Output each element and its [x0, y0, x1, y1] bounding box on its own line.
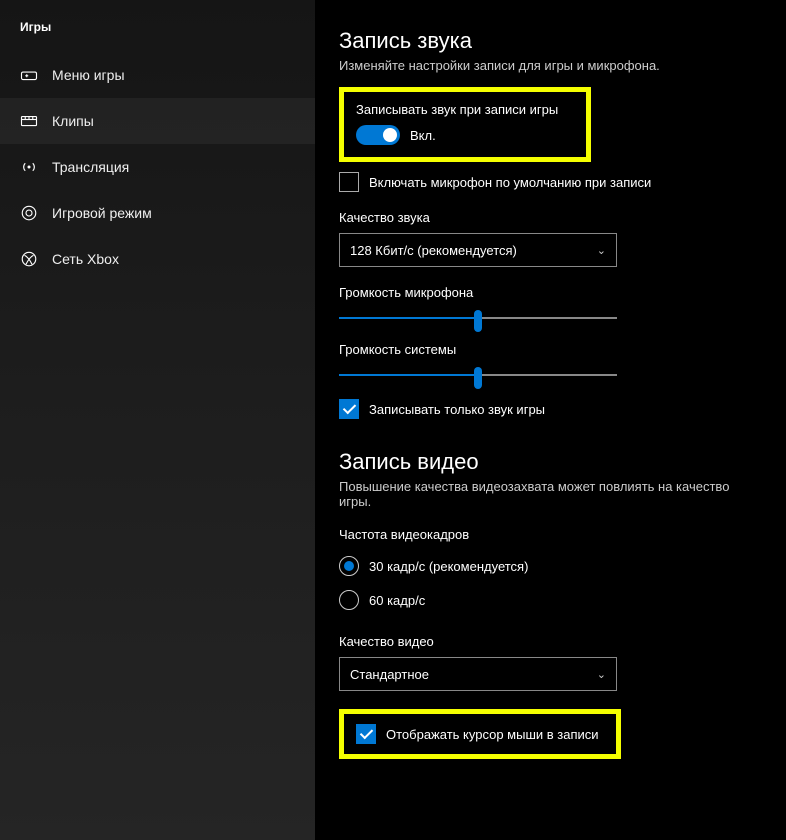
audio-quality-select[interactable]: 128 Кбит/с (рекомендуется) ⌄	[339, 233, 617, 267]
mic-volume-label: Громкость микрофона	[339, 285, 762, 300]
game-audio-only-label: Записывать только звук игры	[369, 402, 545, 417]
toggle-state-label: Вкл.	[410, 128, 436, 143]
audio-quality-label: Качество звука	[339, 210, 762, 225]
radio-icon	[339, 556, 359, 576]
radio-icon	[339, 590, 359, 610]
sidebar: Игры Меню игры Клипы Трансляция Игровой …	[0, 0, 315, 840]
game-mode-icon	[20, 204, 38, 222]
fps-option-60[interactable]: 60 кадр/с	[339, 590, 762, 610]
sidebar-item-label: Трансляция	[52, 159, 129, 175]
fps-radio-group: 30 кадр/с (рекомендуется) 60 кадр/с	[339, 556, 762, 610]
gamebar-icon	[20, 66, 38, 84]
audio-quality-value: 128 Кбит/с (рекомендуется)	[350, 243, 517, 258]
fps-option-30[interactable]: 30 кадр/с (рекомендуется)	[339, 556, 762, 576]
sidebar-title: Игры	[0, 20, 315, 52]
video-heading: Запись видео	[339, 449, 762, 475]
show-cursor-label: Отображать курсор мыши в записи	[386, 727, 599, 742]
chevron-down-icon: ⌄	[597, 668, 606, 681]
video-quality-select[interactable]: Стандартное ⌄	[339, 657, 617, 691]
fps-label: Частота видеокадров	[339, 527, 762, 542]
sidebar-item-game-mode[interactable]: Игровой режим	[0, 190, 315, 236]
sys-volume-slider[interactable]	[339, 363, 617, 387]
audio-heading: Запись звука	[339, 28, 762, 54]
sys-volume-label: Громкость системы	[339, 342, 762, 357]
video-quality-value: Стандартное	[350, 667, 429, 682]
sidebar-item-label: Клипы	[52, 113, 94, 129]
highlight-cursor: Отображать курсор мыши в записи	[339, 709, 621, 759]
game-audio-only-checkbox[interactable]	[339, 399, 359, 419]
chevron-down-icon: ⌄	[597, 244, 606, 257]
clips-icon	[20, 112, 38, 130]
sidebar-item-xbox-network[interactable]: Сеть Xbox	[0, 236, 315, 282]
radio-label: 60 кадр/с	[369, 593, 425, 608]
sidebar-item-clips[interactable]: Клипы	[0, 98, 315, 144]
sidebar-item-label: Сеть Xbox	[52, 251, 119, 267]
sidebar-item-broadcast[interactable]: Трансляция	[0, 144, 315, 190]
mic-default-checkbox[interactable]	[339, 172, 359, 192]
sidebar-item-label: Меню игры	[52, 67, 125, 83]
sidebar-item-label: Игровой режим	[52, 205, 152, 221]
audio-sub: Изменяйте настройки записи для игры и ми…	[339, 58, 762, 73]
video-sub: Повышение качества видеозахвата может по…	[339, 479, 762, 509]
show-cursor-checkbox[interactable]	[356, 724, 376, 744]
video-quality-label: Качество видео	[339, 634, 762, 649]
radio-label: 30 кадр/с (рекомендуется)	[369, 559, 528, 574]
xbox-icon	[20, 250, 38, 268]
broadcast-icon	[20, 158, 38, 176]
record-audio-toggle[interactable]	[356, 125, 400, 145]
highlight-record-audio: Записывать звук при записи игры Вкл.	[339, 87, 591, 162]
mic-default-label: Включать микрофон по умолчанию при запис…	[369, 175, 651, 190]
main-content: Запись звука Изменяйте настройки записи …	[315, 0, 786, 840]
mic-volume-slider[interactable]	[339, 306, 617, 330]
record-audio-label: Записывать звук при записи игры	[356, 102, 574, 117]
sidebar-item-game-menu[interactable]: Меню игры	[0, 52, 315, 98]
